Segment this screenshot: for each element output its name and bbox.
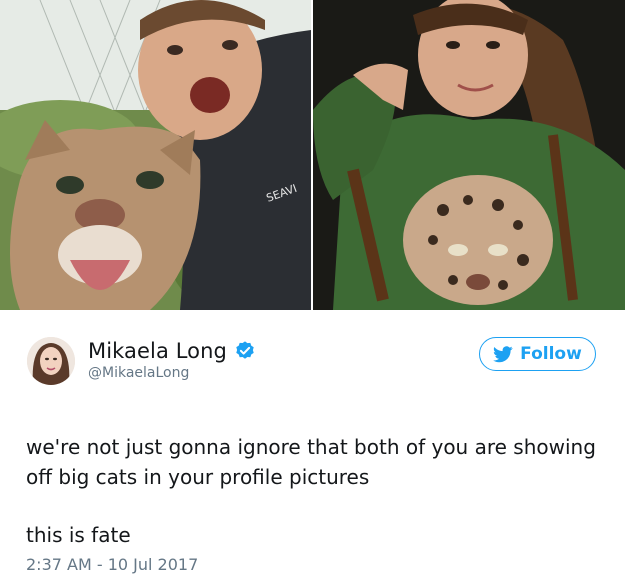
tweet-text-line-2: this is fate	[26, 523, 131, 547]
author-avatar[interactable]	[27, 337, 75, 385]
avatar-photo-icon	[27, 337, 75, 385]
author-display-name[interactable]: Mikaela Long	[88, 339, 227, 363]
follow-button-label: Follow	[520, 344, 582, 364]
twitter-bird-icon	[493, 345, 513, 362]
tweet-text: we're not just gonna ignore that both of…	[26, 435, 596, 489]
follow-button[interactable]: Follow	[479, 337, 596, 371]
right-profile-photo	[313, 0, 625, 310]
tweet-timestamp[interactable]: 2:37 AM - 10 Jul 2017	[26, 555, 198, 574]
author-name-row: Mikaela Long	[88, 339, 256, 363]
verified-badge-icon	[236, 341, 254, 359]
left-profile-photo: SEAVI	[0, 0, 311, 310]
profile-photos-strip: SEAVI	[0, 0, 625, 311]
author-handle[interactable]: @MikaelaLong	[88, 365, 189, 381]
